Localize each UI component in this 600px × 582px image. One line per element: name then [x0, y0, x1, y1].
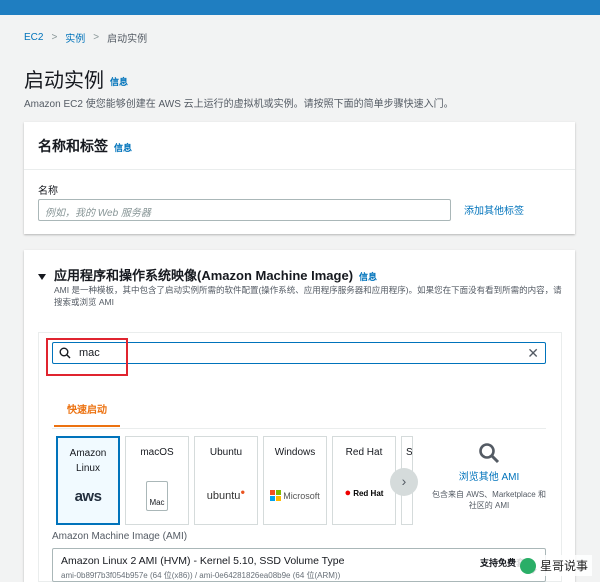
name-tags-header: 名称和标签 信息 [24, 122, 575, 170]
caret-down-icon [38, 273, 46, 280]
clear-icon[interactable]: ✕ [527, 345, 539, 361]
ami-selected-ids: ami-0b89f7b3f054b957e (64 位(x86)) / ami-… [61, 571, 341, 580]
page-title-text: 启动实例 [24, 70, 104, 92]
ami-title[interactable]: 应用程序和操作系统映像(Amazon Machine Image) 信息 [38, 265, 377, 284]
wechat-icon [519, 557, 536, 574]
tab-divider [52, 428, 546, 429]
name-tags-info-link[interactable]: 信息 [114, 143, 132, 153]
watermark: 星哥说事 [515, 555, 592, 576]
page-subtitle: Amazon EC2 使您能够创建在 AWS 云上运行的虚拟机或实例。请按照下面… [24, 99, 454, 110]
ami-select[interactable]: Amazon Linux 2 AMI (HVM) - Kernel 5.10, … [52, 548, 546, 582]
ami-tile-ubuntu[interactable]: Ubuntu ubuntu● [194, 436, 258, 525]
name-tags-panel: 名称和标签 信息 名称 例如，我的 Web 服务器 添加其他标签 [24, 122, 575, 234]
ami-select-label: Amazon Machine Image (AMI) [52, 531, 188, 542]
name-tags-title: 名称和标签 [38, 138, 108, 154]
name-input[interactable]: 例如，我的 Web 服务器 [38, 199, 451, 221]
breadcrumb-current: 启动实例 [107, 34, 148, 45]
ami-selected-title: Amazon Linux 2 AMI (HVM) - Kernel 5.10, … [61, 555, 345, 567]
tile-label: Red Hat [345, 447, 383, 458]
browse-ami-desc: 包含来自 AWS、Marketplace 和社区的 AMI [432, 490, 546, 510]
page-title: 启动实例 信息 [24, 64, 128, 93]
add-tags-link[interactable]: 添加其他标签 [464, 202, 524, 217]
chevron-right-icon: > [51, 32, 58, 43]
name-label: 名称 [38, 186, 58, 197]
ami-tile-windows[interactable]: Windows Microsoft [263, 436, 327, 525]
browse-ami-link[interactable]: 浏览其他 AMI [432, 468, 546, 483]
breadcrumb: EC2 > 实例 > 启动实例 [24, 30, 147, 45]
ami-tile-amazon-linux[interactable]: Amazon Linux aws [56, 436, 120, 525]
microsoft-logo: Microsoft [264, 487, 326, 501]
ami-title-text: 应用程序和操作系统映像(Amazon Machine Image) [54, 268, 354, 283]
tile-label: macOS [140, 447, 174, 458]
ami-tile-redhat[interactable]: Red Hat ● Red Hat [332, 436, 396, 525]
breadcrumb-instances[interactable]: 实例 [65, 30, 85, 45]
ami-description: AMI 是一种模板，其中包含了启动实例所需的软件配置(操作系统、应用程序服务器和… [54, 285, 562, 307]
search-highlight-box [46, 338, 128, 376]
mac-logo: Mac [126, 481, 188, 511]
ubuntu-logo: ubuntu● [206, 487, 246, 502]
breadcrumb-ec2[interactable]: EC2 [24, 32, 43, 43]
top-nav-bar [0, 0, 600, 15]
browse-ami: 浏览其他 AMI 包含来自 AWS、Marketplace 和社区的 AMI [432, 436, 546, 525]
aws-logo: aws [74, 488, 102, 505]
chevron-right-icon[interactable]: › [390, 468, 418, 496]
tab-quick-start[interactable]: 快速启动 [54, 397, 120, 427]
page-info-link[interactable]: 信息 [110, 77, 128, 87]
watermark-text: 星哥说事 [539, 559, 588, 573]
ami-info-link[interactable]: 信息 [359, 272, 377, 282]
tile-label: Windows [274, 447, 316, 458]
ami-tile-macos[interactable]: macOS Mac [125, 436, 189, 525]
chevron-right-icon: > [93, 32, 100, 43]
tile-label: Amazon Linux [69, 448, 107, 474]
redhat-logo: ● Red Hat [344, 487, 384, 499]
tile-label: S [406, 447, 413, 458]
search-icon [479, 443, 500, 464]
tile-label: Ubuntu [209, 447, 243, 458]
